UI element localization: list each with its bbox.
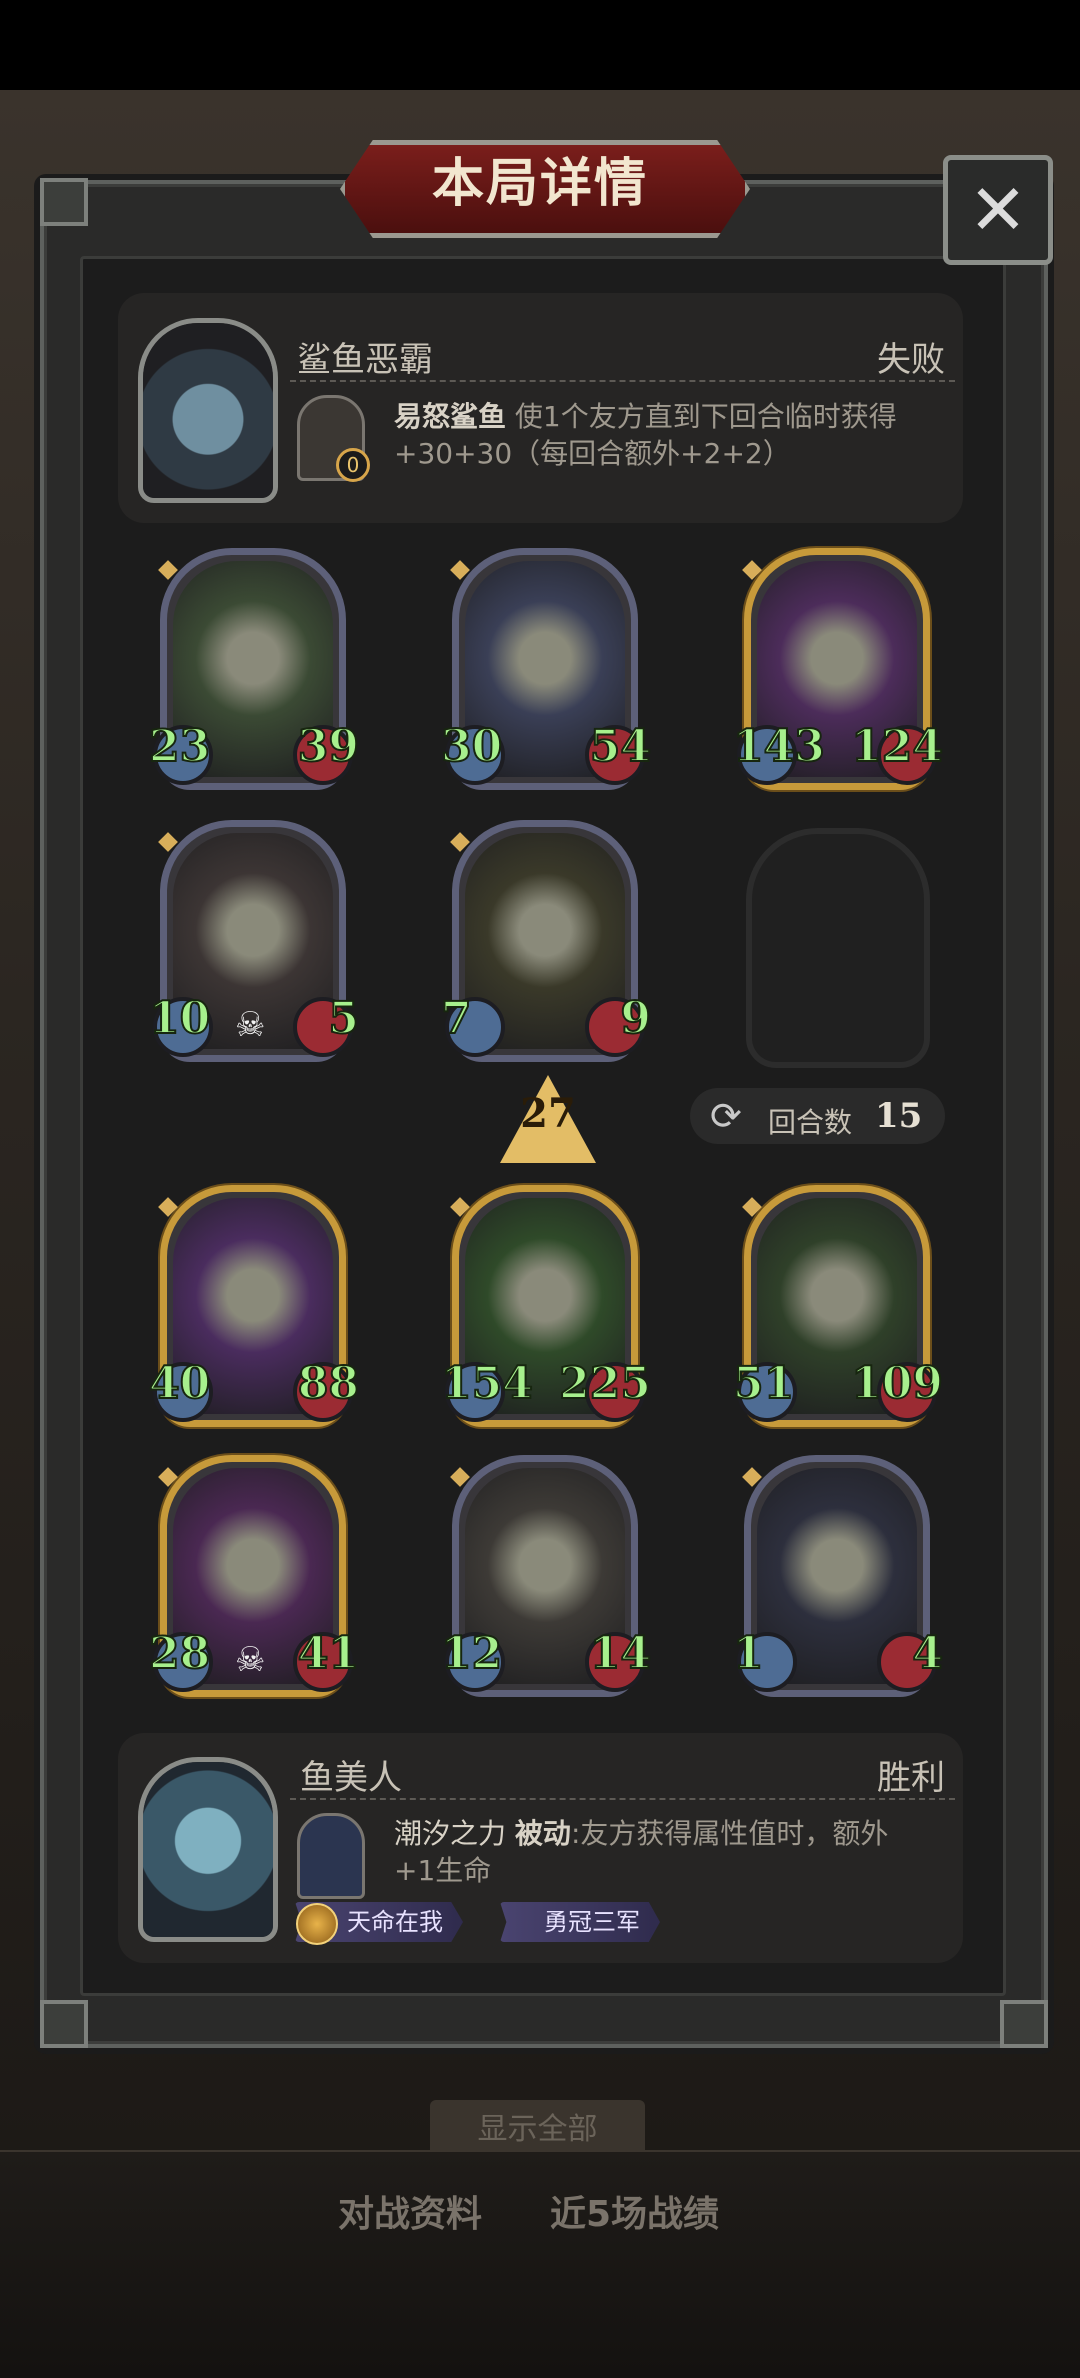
minion-attack: 40 [148, 1357, 211, 1410]
opponent-avatar [138, 318, 278, 503]
badge-label: 勇冠三军 [544, 1908, 640, 1936]
minion-attack: 12 [440, 1627, 503, 1680]
minion-health: 54 [589, 720, 652, 773]
badge-yongguan[interactable]: 勇冠三军 [500, 1902, 660, 1942]
minion-attack: 154 [440, 1357, 534, 1410]
minion-attack: 7 [440, 992, 473, 1045]
deathrattle-skull-icon: ☠ [235, 1640, 266, 1680]
minion-health: 14 [589, 1627, 652, 1680]
tab-battle-info[interactable]: 对战资料 [338, 2185, 482, 2237]
opponent-skill-name: 易怒鲨鱼 [394, 400, 507, 433]
opponent-name: 鲨鱼恶霸 [297, 340, 433, 380]
empty-board-slot [746, 828, 930, 1068]
player-skill-icon [297, 1813, 365, 1899]
minion-attack: 28 [148, 1627, 211, 1680]
panel-title: 本局详情 [431, 154, 648, 214]
player-result: 胜利 [877, 1758, 945, 1798]
minion-health: 225 [558, 1357, 652, 1410]
opponent-skill-desc: 使1个友方直到下回合临时获得 [514, 400, 897, 433]
minion-health: 88 [297, 1357, 360, 1410]
player-minion-card[interactable]: 14 [732, 1455, 944, 1697]
minion-attack: 51 [732, 1357, 795, 1410]
minion-attack: 1 [732, 1627, 765, 1680]
player-minion-card[interactable]: 28 41 ☠ [148, 1455, 360, 1697]
player-skill-line1: 潮汐之力 被动:友方获得属性值时，额外 [394, 1815, 888, 1852]
minion-health: 41 [297, 1627, 360, 1680]
minion-attack: 143 [732, 720, 826, 773]
minion-health: 5 [327, 992, 360, 1045]
opponent-result: 失败 [877, 340, 945, 380]
minion-health: 9 [619, 992, 652, 1045]
minion-attack: 23 [148, 720, 211, 773]
panel-corner [40, 2000, 88, 2048]
tavern-level-value: 27 [520, 1090, 576, 1137]
player-skill-line2: +1生命 [394, 1854, 492, 1887]
crown-icon [296, 1903, 338, 1945]
round-label: 回合数 [768, 1106, 853, 1139]
minion-attack: 10 [148, 992, 211, 1045]
minion-health: 124 [850, 720, 944, 773]
tab-recent-5-games[interactable]: 近5场战绩 [550, 2185, 719, 2237]
opponent-minion-card[interactable]: 143 124 [732, 548, 944, 790]
minion-attack: 30 [440, 720, 503, 773]
player-minion-card[interactable]: 40 88 [148, 1185, 360, 1427]
player-minion-card[interactable]: 154 225 [440, 1185, 652, 1427]
opponent-skill-line2: +30+30（每回合额外+2+2） [394, 437, 791, 470]
opponent-skill-line1: 易怒鲨鱼 使1个友方直到下回合临时获得 [394, 398, 897, 435]
opponent-minion-card[interactable]: 10 5 ☠ [148, 820, 360, 1062]
close-button[interactable]: ✕ [943, 155, 1053, 265]
player-skill-tag: 被动 [514, 1817, 571, 1850]
divider [290, 380, 955, 382]
opponent-minion-card[interactable]: 79 [440, 820, 652, 1062]
minion-health: 39 [297, 720, 360, 773]
minion-health: 109 [850, 1357, 944, 1410]
minion-health: 4 [911, 1627, 944, 1680]
cycle-icon: ⟳ [710, 1094, 742, 1138]
player-skill-name: 潮汐之力 [394, 1817, 507, 1850]
player-avatar [138, 1757, 278, 1942]
badge-label: 天命在我 [347, 1908, 443, 1936]
opponent-minion-card[interactable]: 23 39 [148, 548, 360, 790]
player-name: 鱼美人 [300, 1758, 402, 1798]
panel-corner [40, 178, 88, 226]
divider [290, 1798, 955, 1800]
round-value: 15 [875, 1096, 923, 1136]
opponent-minion-card[interactable]: 30 54 [440, 548, 652, 790]
deathrattle-skull-icon: ☠ [235, 1005, 266, 1045]
panel-corner [1000, 2000, 1048, 2048]
player-minion-card[interactable]: 51 109 [732, 1185, 944, 1427]
skill-counter-badge: 0 [336, 448, 370, 482]
player-skill-desc: :友方获得属性值时，额外 [570, 1817, 889, 1850]
player-minion-card[interactable]: 12 14 [440, 1455, 652, 1697]
footer-bar [0, 2150, 1080, 2378]
close-icon: ✕ [968, 169, 1028, 251]
